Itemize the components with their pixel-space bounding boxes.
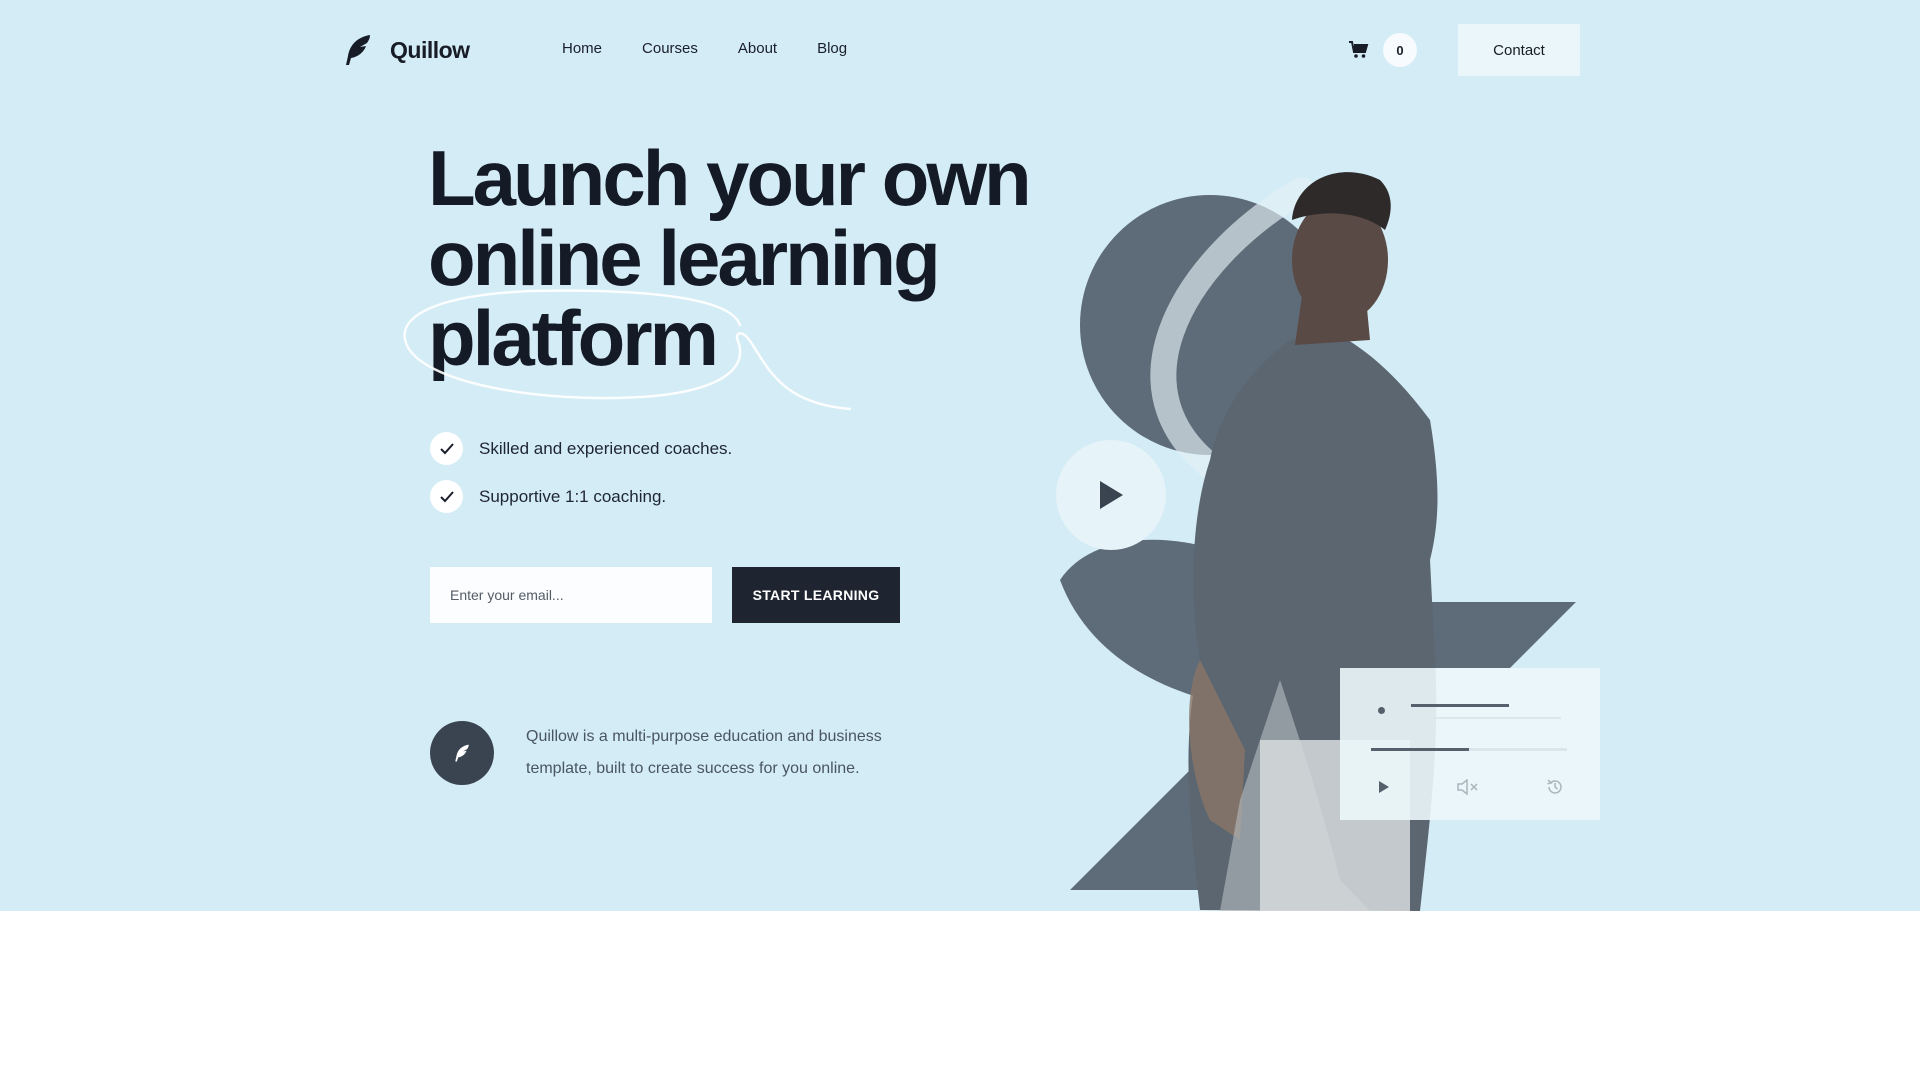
mute-icon [1457,779,1478,795]
track-subtitle-bar [1411,717,1561,719]
hero-section: Quillow Home Courses About Blog 0 Contac… [0,0,1920,911]
replay-icon [1547,779,1562,794]
feather-icon [455,744,469,762]
nav-item-courses[interactable]: Courses [642,40,698,57]
contact-button[interactable]: Contact [1458,24,1580,76]
play-icon [1100,481,1123,509]
progress-fill [1371,748,1469,751]
feature-item: Supportive 1:1 coaching. [430,480,732,513]
feature-text: Supportive 1:1 coaching. [479,486,667,506]
about-text: Quillow is a multi-purpose education and… [526,728,882,777]
feature-text: Skilled and experienced coaches. [479,438,733,458]
email-input[interactable] [430,567,712,623]
check-icon [430,480,463,513]
headline-line-3: platform [428,294,719,382]
cart-button[interactable]: 0 [1348,33,1417,67]
track-title-bar [1411,704,1509,707]
headline-line-2: online learning [428,214,941,302]
player-replay-button[interactable] [1544,776,1566,798]
headline-line-1: Launch your own [428,134,1032,222]
player-mute-button[interactable] [1457,776,1479,798]
start-learning-button[interactable]: START LEARNING [732,567,900,623]
hero-headline: Launch your own online learning platform [428,138,1048,378]
feather-icon [346,35,370,65]
audio-player-card [1340,668,1600,820]
video-play-button[interactable] [1056,440,1166,550]
cart-count-badge: 0 [1383,33,1417,67]
track-dot [1378,707,1385,714]
brand-name: Quillow [390,36,470,63]
main-nav: Home Courses About Blog [562,40,887,57]
feature-list: Skilled and experienced coaches. Support… [430,432,732,528]
play-icon [1379,781,1389,793]
player-play-button[interactable] [1373,776,1395,798]
nav-item-about[interactable]: About [738,40,777,57]
cart-icon [1349,41,1369,58]
about-badge [430,721,494,785]
feature-item: Skilled and experienced coaches. [430,432,732,465]
check-icon [430,432,463,465]
brand-logo[interactable]: Quillow [344,34,470,66]
nav-item-home[interactable]: Home [562,40,602,57]
nav-item-blog[interactable]: Blog [817,40,847,57]
